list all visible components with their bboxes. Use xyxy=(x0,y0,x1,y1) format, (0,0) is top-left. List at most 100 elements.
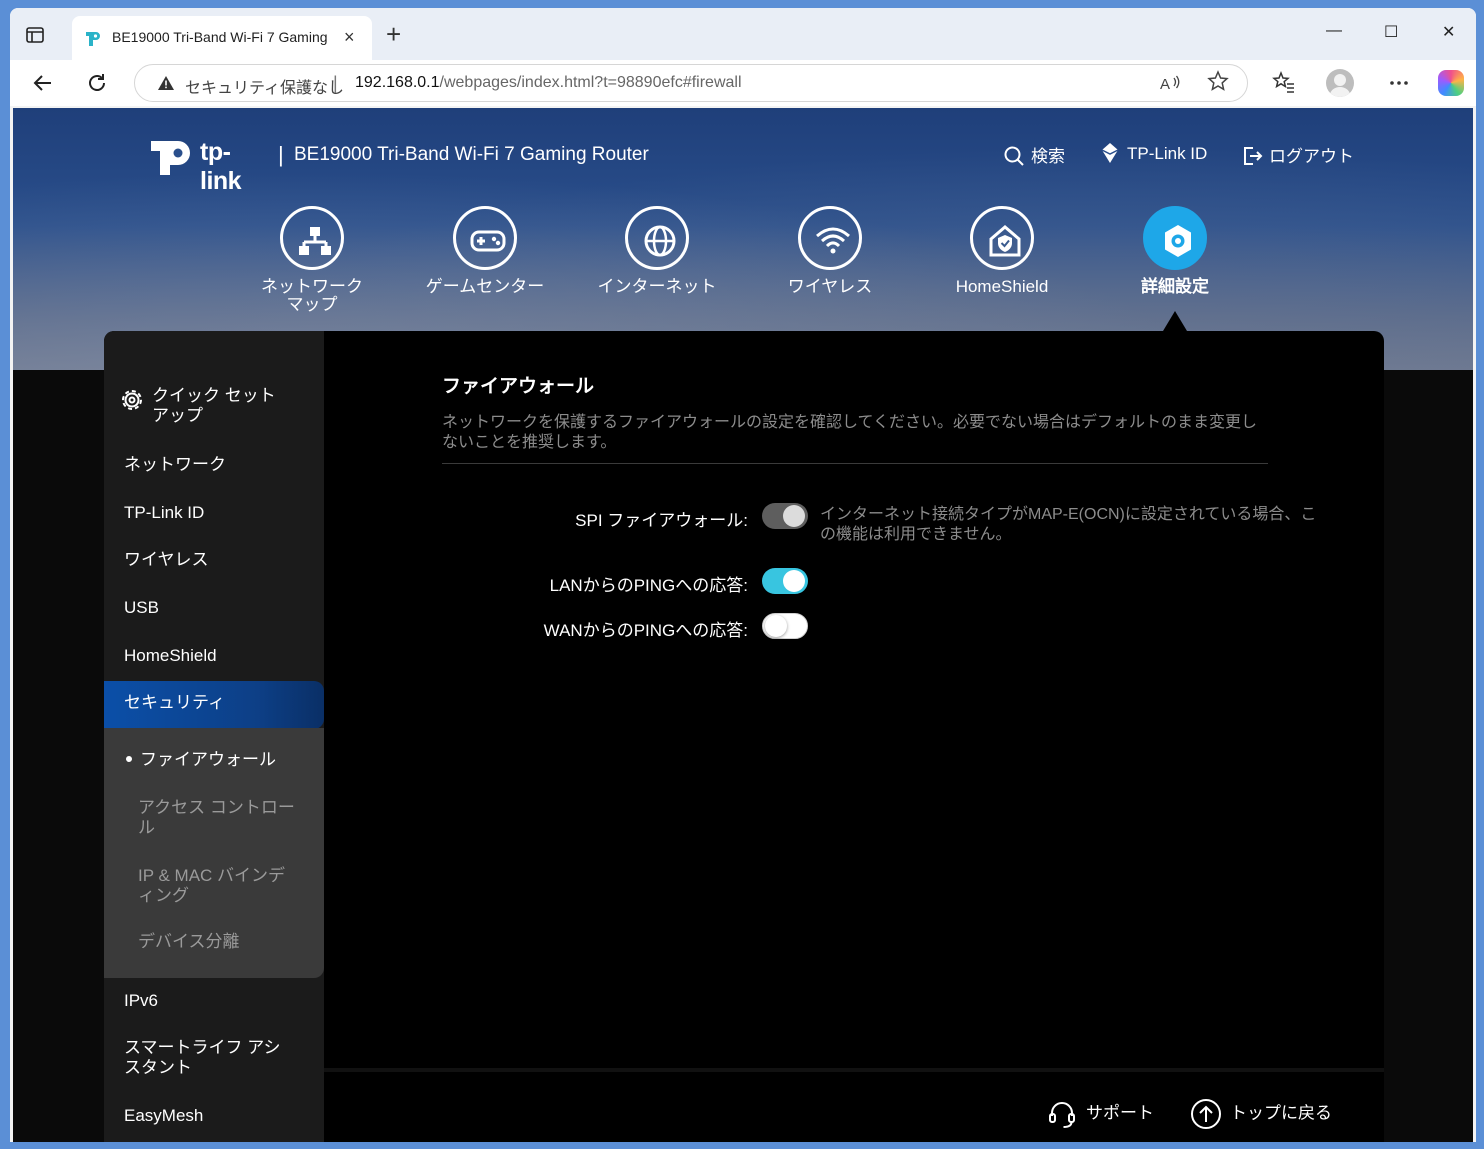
nav-internet[interactable]: インターネット xyxy=(587,206,727,296)
more-menu-icon[interactable] xyxy=(1388,72,1410,94)
sidebar-item-label: IPv6 xyxy=(124,991,159,1010)
network-map-icon xyxy=(280,206,344,270)
search-link[interactable]: 検索 xyxy=(1003,142,1065,167)
nav-advanced[interactable]: 詳細設定 xyxy=(1105,206,1245,296)
sidebar-item-homeshield[interactable]: HomeShield xyxy=(104,646,324,666)
url-text[interactable]: 192.168.0.1/webpages/index.html?t=98890e… xyxy=(355,74,742,92)
sidebar-item-tplink-id[interactable]: TP-Link ID xyxy=(104,503,324,523)
nav-wireless[interactable]: ワイヤレス xyxy=(760,206,900,296)
svg-text:A: A xyxy=(1160,76,1170,93)
logout-icon xyxy=(1244,147,1263,165)
sidebar-item-label: ネットワーク xyxy=(124,455,226,474)
sidebar-item-label: TP-Link ID xyxy=(124,503,205,522)
logout-link[interactable]: ログアウト xyxy=(1241,142,1354,167)
url-host: 192.168.0.1 xyxy=(355,74,440,91)
tplink-id-link[interactable]: TP-Link ID xyxy=(1099,142,1207,164)
nav-label: インターネット xyxy=(597,277,717,296)
sidebar: クイック セット アップ ネットワーク TP-Link ID ワイヤレス USB… xyxy=(104,331,324,1142)
sidebar-item-ipv6[interactable]: IPv6 xyxy=(104,991,324,1011)
address-bar[interactable]: セキュリティ保護なし | 192.168.0.1/webpages/index.… xyxy=(134,64,1248,102)
back-arrow-icon[interactable] xyxy=(30,70,56,96)
tplink-id-label: TP-Link ID xyxy=(1127,144,1208,163)
subitem-access-control[interactable]: アクセス コントロー ル xyxy=(138,798,308,838)
tab-title: BE19000 Tri-Band Wi-Fi 7 Gaming xyxy=(112,29,328,45)
gear-icon xyxy=(122,390,142,410)
new-tab-button[interactable]: + xyxy=(386,21,401,47)
favorites-list-icon[interactable] xyxy=(1272,70,1296,94)
tab-actions-icon[interactable] xyxy=(24,24,46,46)
spi-firewall-note: インターネット接続タイプがMAP-E(OCN)に設定されている場合、この機能は利… xyxy=(820,506,1317,543)
address-bar-row: セキュリティ保護なし | 192.168.0.1/webpages/index.… xyxy=(10,60,1476,106)
nav-label: ネットワーク マップ xyxy=(261,277,363,314)
toggle-knob xyxy=(783,505,805,527)
wan-ping-toggle[interactable] xyxy=(762,613,808,639)
read-aloud-icon[interactable]: A xyxy=(1159,72,1181,94)
sidebar-item-security[interactable]: セキュリティ xyxy=(104,681,324,729)
search-icon xyxy=(1004,146,1024,166)
sidebar-item-network[interactable]: ネットワーク xyxy=(104,455,324,475)
favorite-star-icon[interactable] xyxy=(1207,70,1229,92)
nav-label: HomeShield xyxy=(955,277,1049,296)
sidebar-item-usb[interactable]: USB xyxy=(104,598,324,618)
spi-firewall-toggle[interactable] xyxy=(762,503,808,529)
sidebar-item-easymesh[interactable]: EasyMesh xyxy=(104,1106,324,1126)
sidebar-item-label: ワイヤレス xyxy=(124,550,209,569)
current-dot xyxy=(126,756,132,763)
gear-icon xyxy=(1143,206,1207,270)
address-separator: | xyxy=(333,73,338,93)
globe-icon xyxy=(625,206,689,270)
browser-window: BE19000 Tri-Band Wi-Fi 7 Gaming × + — ☐ … xyxy=(10,8,1476,1142)
nav-label: 詳細設定 xyxy=(1141,277,1209,296)
sidebar-item-label: USB xyxy=(124,598,159,617)
sidebar-item-smart-life[interactable]: スマートライフ アシ スタント xyxy=(104,1038,324,1078)
active-nav-pointer xyxy=(1163,311,1187,331)
sidebar-item-label: セキュリティ xyxy=(124,693,225,712)
router-page: tp-link | BE19000 Tri-Band Wi-Fi 7 Gamin… xyxy=(13,108,1473,1142)
tab-close-icon[interactable]: × xyxy=(344,28,355,46)
maximize-button[interactable]: ☐ xyxy=(1384,22,1398,42)
security-label[interactable]: セキュリティ保護なし xyxy=(185,74,344,98)
sidebar-item-label: EasyMesh xyxy=(124,1106,204,1125)
gamepad-icon xyxy=(453,206,517,270)
wan-ping-label: WANからのPINGへの応答: xyxy=(543,621,748,640)
main-card: クイック セット アップ ネットワーク TP-Link ID ワイヤレス USB… xyxy=(104,331,1384,1142)
nav-label: ゲームセンター xyxy=(425,277,545,296)
lan-ping-toggle[interactable] xyxy=(762,568,808,594)
toggle-knob xyxy=(783,570,805,592)
browser-tab[interactable]: BE19000 Tri-Band Wi-Fi 7 Gaming × xyxy=(72,16,372,60)
warning-icon[interactable] xyxy=(157,75,175,91)
sidebar-item-label: HomeShield xyxy=(124,646,217,665)
tplink-id-icon xyxy=(1101,143,1119,163)
sidebar-item-wireless[interactable]: ワイヤレス xyxy=(104,550,324,570)
page-title: ファイアウォール xyxy=(442,376,595,397)
nav-network-map[interactable]: ネットワーク マップ xyxy=(242,206,382,314)
footer: サポート トップに戻る xyxy=(324,1068,1384,1142)
wifi-icon xyxy=(798,206,862,270)
tplink-favicon-icon xyxy=(86,32,100,46)
support-link[interactable]: サポート xyxy=(1046,1098,1154,1130)
product-name: BE19000 Tri-Band Wi-Fi 7 Gaming Router xyxy=(294,144,649,165)
nav-homeshield[interactable]: HomeShield xyxy=(932,206,1072,296)
subitem-ip-mac-binding[interactable]: IP & MAC バインデ ィング xyxy=(138,866,308,906)
nav-game-center[interactable]: ゲームセンター xyxy=(415,206,555,296)
divider xyxy=(442,463,1268,464)
back-to-top-link[interactable]: トップに戻る xyxy=(1190,1098,1332,1130)
tab-strip: BE19000 Tri-Band Wi-Fi 7 Gaming × + — ☐ … xyxy=(10,8,1476,60)
refresh-icon[interactable] xyxy=(84,70,110,96)
url-path: /webpages/index.html?t=98890efc#firewall xyxy=(439,74,742,91)
support-label: サポート xyxy=(1086,1103,1154,1123)
search-label: 検索 xyxy=(1031,147,1065,166)
close-window-button[interactable]: ✕ xyxy=(1442,22,1455,42)
subitem-firewall[interactable]: ファイアウォール xyxy=(124,750,294,770)
profile-avatar[interactable] xyxy=(1326,69,1354,97)
sidebar-item-label: スマートライフ アシ スタント xyxy=(124,1038,281,1077)
content-area: ファイアウォール ネットワークを保護するファイアウォールの設定を確認してください… xyxy=(324,331,1384,1142)
tplink-logo-text: tp-link xyxy=(200,138,242,195)
security-submenu: ファイアウォール アクセス コントロー ル IP & MAC バインデ ィング … xyxy=(104,728,324,978)
subitem-device-isolation[interactable]: デバイス分離 xyxy=(138,932,308,952)
copilot-icon[interactable] xyxy=(1438,70,1464,96)
arrow-up-circle-icon xyxy=(1191,1099,1221,1129)
homeshield-icon xyxy=(970,206,1034,270)
sidebar-item-quick-setup[interactable]: クイック セット アップ xyxy=(104,386,324,426)
minimize-button[interactable]: — xyxy=(1326,22,1342,40)
